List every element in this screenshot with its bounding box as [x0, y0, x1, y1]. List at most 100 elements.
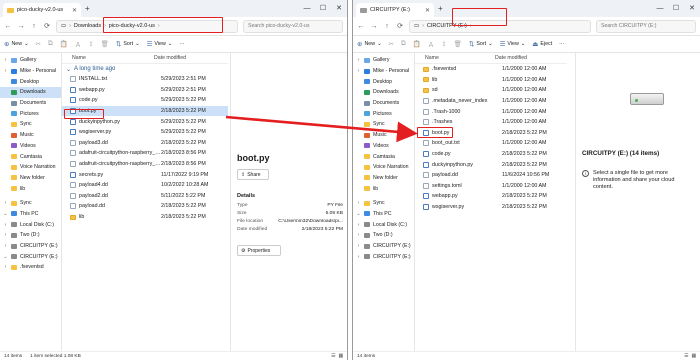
copy-icon[interactable]: ⧉: [401, 40, 406, 48]
minimize-icon[interactable]: —: [652, 0, 668, 17]
file-row[interactable]: wsgiserver.py 5/29/2023 5:22 PM: [62, 127, 228, 138]
sidebar-item-pictures[interactable]: Pictures: [0, 108, 61, 119]
file-row[interactable]: adafruit-circuitpython-raspberry_pi_pico…: [62, 148, 228, 159]
file-row[interactable]: payload2.dd 5/11/2022 5:22 PM: [62, 191, 228, 202]
share-icon[interactable]: ⇪: [441, 40, 446, 48]
chevron-icon[interactable]: ›: [356, 243, 361, 249]
chevron-icon[interactable]: ›: [356, 68, 361, 74]
paste-icon[interactable]: 📋: [60, 40, 68, 48]
sidebar-item-lib[interactable]: lib: [353, 183, 414, 194]
new-button[interactable]: ⊕ New ⌄: [357, 40, 382, 48]
right-breadcrumb[interactable]: ▭ › CIRCUITPY (E:) ›: [409, 19, 591, 33]
rename-icon[interactable]: Ａ: [428, 39, 435, 49]
chevron-icon[interactable]: ›: [3, 232, 8, 238]
view-button[interactable]: ☰ View ⌄: [147, 40, 173, 48]
sidebar-item-new-folder[interactable]: New folder: [353, 173, 414, 184]
sidebar-item-music[interactable]: Music: [353, 130, 414, 141]
file-row[interactable]: boot.py 2/18/2023 5:22 PM: [62, 105, 228, 117]
more-options-icon[interactable]: ···: [559, 41, 564, 47]
file-row[interactable]: wsgiserver.py 2/18/2023 5:22 PM: [415, 202, 567, 213]
name-column-header[interactable]: Name: [62, 55, 154, 61]
close-window-icon[interactable]: ✕: [684, 0, 700, 17]
chevron-icon[interactable]: ›: [356, 232, 361, 238]
minimize-icon[interactable]: —: [299, 0, 315, 17]
maximize-icon[interactable]: ☐: [668, 0, 684, 17]
chevron-icon[interactable]: ›: [356, 200, 361, 206]
close-window-icon[interactable]: ✕: [331, 0, 347, 17]
sidebar-item-sync[interactable]: Sync: [353, 119, 414, 130]
tiles-view-icon[interactable]: ▦: [691, 354, 696, 359]
more-options-icon[interactable]: ···: [179, 41, 184, 47]
forward-arrow-icon[interactable]: →: [370, 23, 378, 30]
chevron-icon[interactable]: ⌄: [3, 211, 8, 217]
sidebar-item-voice-narration[interactable]: Voice Narration: [353, 162, 414, 173]
share-button[interactable]: ⇪ Share: [237, 169, 269, 180]
forward-arrow-icon[interactable]: →: [17, 23, 25, 30]
sidebar-item-gallery[interactable]: › Gallery: [353, 55, 414, 66]
left-tab[interactable]: pico-ducky-v2.0-us ✕: [3, 3, 81, 17]
new-tab-icon[interactable]: +: [438, 4, 443, 13]
sidebar-item-downloads[interactable]: Downloads: [353, 87, 414, 98]
file-row[interactable]: payload.dd 11/6/2024 10:56 PM: [415, 170, 567, 181]
sidebar-item-mike-personal[interactable]: › Mike - Personal: [353, 66, 414, 77]
left-search-input[interactable]: Search pico-ducky-v2.0-us: [243, 19, 343, 33]
details-view-icon[interactable]: ☰: [684, 354, 688, 359]
file-row[interactable]: code.py 5/29/2023 5:22 PM: [62, 95, 228, 106]
close-tab-icon[interactable]: ✕: [72, 7, 77, 14]
sidebar-item-camtasia[interactable]: Camtasia: [353, 151, 414, 162]
file-row[interactable]: webapp.py 2/18/2023 5:22 PM: [415, 191, 567, 202]
sidebar-item-camtasia[interactable]: Camtasia: [0, 151, 61, 162]
chevron-icon[interactable]: ›: [3, 200, 8, 206]
file-row[interactable]: secrets.py 11/17/2022 9:19 PM: [62, 169, 228, 180]
sidebar-item-fseventsd[interactable]: › .fseventsd: [0, 262, 61, 273]
file-row[interactable]: payload4.dd 10/2/2022 10:28 AM: [62, 180, 228, 191]
chevron-icon[interactable]: ›: [356, 222, 361, 228]
sidebar-item-videos[interactable]: Videos: [353, 141, 414, 152]
sidebar-item-sync[interactable]: › Sync: [0, 198, 61, 209]
sidebar-item-lib[interactable]: lib: [0, 183, 61, 194]
file-row[interactable]: duckyinpython.py 5/29/2023 5:22 PM: [62, 116, 228, 127]
sidebar-item-local-disk-c[interactable]: › Local Disk (C:): [353, 219, 414, 230]
file-row[interactable]: duckyinpython.py 2/18/2023 5:22 PM: [415, 159, 567, 170]
sidebar-item-sync[interactable]: Sync: [0, 119, 61, 130]
sort-button[interactable]: ⇅ Sort ⌄: [116, 40, 140, 48]
file-row[interactable]: .Trash-1000 1/1/2000 12:00 AM: [415, 106, 567, 117]
properties-button[interactable]: ⚙ Properties: [237, 245, 281, 256]
sidebar-item-sync[interactable]: › Sync: [353, 198, 414, 209]
delete-icon[interactable]: 🗑: [101, 40, 109, 48]
sidebar-item-circuitpy-e[interactable]: › CIRCUITPY (E:): [353, 251, 414, 262]
breadcrumb-circuitpy[interactable]: CIRCUITPY (E:): [427, 23, 467, 29]
file-row[interactable]: .metadata_never_index 1/1/2000 12:00 AM: [415, 96, 567, 107]
new-tab-icon[interactable]: +: [85, 4, 90, 13]
sidebar-item-gallery[interactable]: › Gallery: [0, 55, 61, 66]
file-row[interactable]: sd 1/1/2000 12:00 AM: [415, 85, 567, 96]
left-breadcrumb[interactable]: ▭ › Downloads › pico-ducky-v2.0-us ›: [56, 19, 238, 33]
rename-icon[interactable]: Ａ: [75, 39, 82, 49]
eject-button[interactable]: ⏏ Eject: [532, 40, 552, 48]
breadcrumb-downloads[interactable]: Downloads: [74, 23, 101, 29]
sort-button[interactable]: ⇅ Sort ⌄: [469, 40, 493, 48]
chevron-icon[interactable]: ⌄: [3, 254, 8, 260]
sidebar-item-documents[interactable]: Documents: [353, 98, 414, 109]
file-row[interactable]: settings.toml 1/1/2000 12:00 AM: [415, 181, 567, 192]
sidebar-item-desktop[interactable]: Desktop: [0, 76, 61, 87]
sidebar-item-this-pc[interactable]: ⌄ This PC: [353, 209, 414, 220]
file-row[interactable]: INSTALL.txt 5/29/2023 2:51 PM: [62, 74, 228, 85]
tiles-view-icon[interactable]: ▦: [338, 354, 343, 359]
new-button[interactable]: ⊕ New ⌄: [4, 40, 29, 48]
date-column-header[interactable]: Date modified: [495, 55, 527, 61]
delete-icon[interactable]: 🗑: [454, 40, 462, 48]
maximize-icon[interactable]: ☐: [315, 0, 331, 17]
sidebar-item-pictures[interactable]: Pictures: [353, 108, 414, 119]
sidebar-item-videos[interactable]: Videos: [0, 141, 61, 152]
chevron-icon[interactable]: ⌄: [356, 211, 361, 217]
cut-icon[interactable]: ✂: [389, 40, 394, 48]
view-button[interactable]: ☰ View ⌄: [500, 40, 526, 48]
chevron-icon[interactable]: ›: [3, 68, 8, 74]
file-row[interactable]: lib 2/18/2023 5:22 PM: [62, 212, 228, 223]
paste-icon[interactable]: 📋: [413, 40, 421, 48]
sidebar-item-mike-personal[interactable]: › Mike - Personal: [0, 66, 61, 77]
breadcrumb-pico-ducky[interactable]: pico-ducky-v2.0-us: [109, 23, 155, 29]
sidebar-item-voice-narration[interactable]: Voice Narration: [0, 162, 61, 173]
file-row[interactable]: adafruit-circuitpython-raspberry_pi_pico…: [62, 159, 228, 170]
